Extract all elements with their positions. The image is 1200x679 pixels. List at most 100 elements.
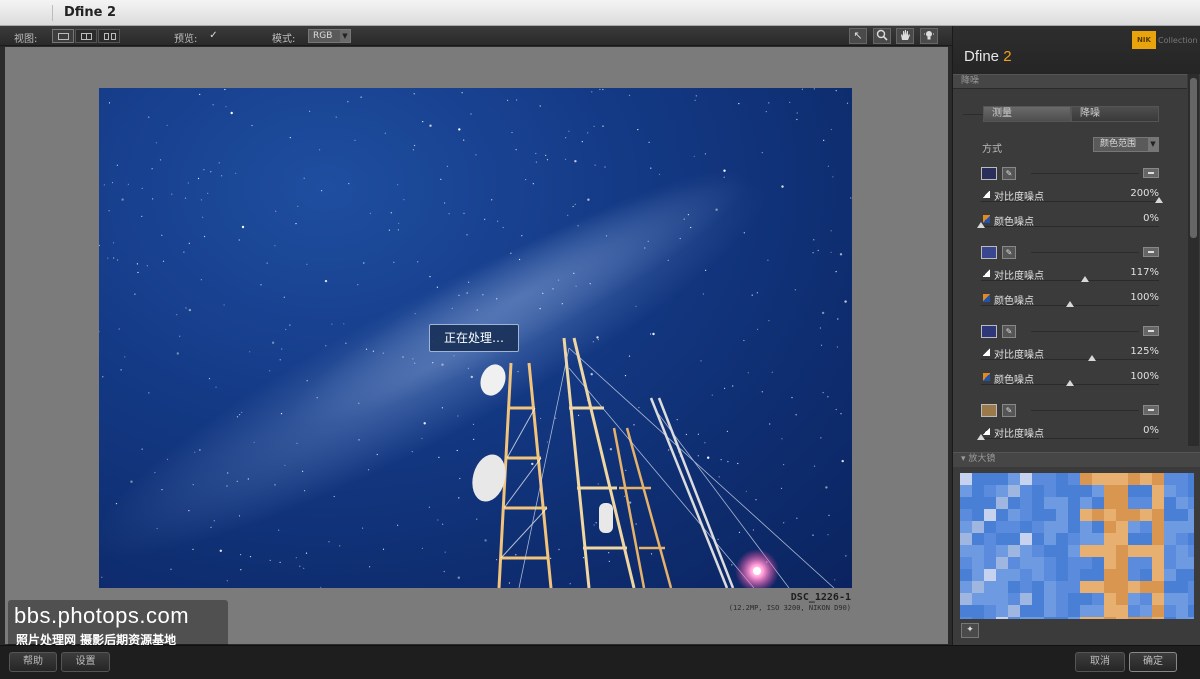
contrast-noise-icon — [983, 269, 990, 277]
eyedropper-icon[interactable]: ✎ — [1002, 404, 1016, 417]
view-single-button[interactable] — [52, 29, 74, 43]
titlebar-separator — [52, 5, 53, 21]
color-swatch[interactable] — [981, 325, 997, 338]
slider-value: 117% — [1130, 267, 1159, 278]
arrow-tool-button[interactable]: ↖ — [849, 28, 867, 44]
chevron-down-icon: ▼ — [1148, 138, 1158, 151]
eyedropper-icon[interactable]: ✎ — [1002, 167, 1016, 180]
color-swatch[interactable] — [981, 246, 997, 259]
panel-scrollbar[interactable] — [1188, 74, 1199, 446]
color-point-row: ✎ — [981, 166, 1159, 182]
remove-color-point-button[interactable] — [1143, 326, 1159, 336]
single-view-icon — [58, 33, 69, 40]
slider-value: 0% — [1143, 213, 1159, 224]
image-metadata: (12.2MP, ISO 3200, NIKON D90) — [728, 604, 851, 612]
slider-thumb[interactable] — [977, 222, 985, 228]
preview-checkbox[interactable]: ✓ — [208, 30, 219, 41]
hand-tool-button[interactable] — [896, 28, 914, 44]
preview-canvas[interactable]: 正在处理… DSC_1226-1 (12.2MP, ISO 3200, NIKO… — [5, 47, 948, 644]
slider-thumb[interactable] — [1066, 380, 1074, 386]
nik-logo: NIK — [1132, 31, 1156, 49]
brand-name: Dfine — [964, 48, 1000, 65]
hand-icon — [901, 30, 910, 40]
slider-thumb[interactable] — [1155, 197, 1163, 203]
loupe-pin-button[interactable]: ✦ — [961, 623, 979, 638]
slider-row: 颜色噪点 100% — [981, 371, 1159, 393]
view-side-by-side-button[interactable] — [98, 29, 120, 43]
loupe-zoomed-image — [960, 473, 1194, 619]
remove-color-point-button[interactable] — [1143, 168, 1159, 178]
slider-row: 颜色噪点 100% — [981, 292, 1159, 314]
color-swatch[interactable] — [981, 167, 997, 180]
view-label: 视图: — [14, 34, 38, 45]
view-split-button[interactable] — [75, 29, 97, 43]
slider-row: 颜色噪点 0% — [977, 213, 1159, 235]
color-swatch[interactable] — [981, 404, 997, 417]
chevron-down-icon: ▼ — [340, 30, 350, 42]
zoom-tool-button[interactable] — [873, 28, 891, 44]
right-panel: Dfine 2 NIK Collection 降噪 测量 降噪 方式 颜色范围 … — [952, 26, 1200, 645]
preview-label: 预览: — [174, 34, 198, 45]
remove-color-point-button[interactable] — [1143, 405, 1159, 415]
bulb-tool-button[interactable] — [920, 28, 938, 44]
eyedropper-icon[interactable]: ✎ — [1002, 325, 1016, 338]
slider-value: 100% — [1130, 371, 1159, 382]
brand-version: 2 — [1003, 48, 1012, 65]
remove-color-point-button[interactable] — [1143, 247, 1159, 257]
mode-select[interactable]: RGB ▼ — [308, 29, 351, 43]
slider-value: 100% — [1130, 292, 1159, 303]
section-noise-reduction-header[interactable]: 降噪 — [953, 74, 1187, 89]
slider-track[interactable] — [981, 201, 1159, 202]
scrollbar-thumb[interactable] — [1190, 78, 1197, 238]
color-noise-icon — [983, 373, 990, 381]
preview-image[interactable]: 正在处理… — [99, 88, 852, 588]
window-titlebar: Dfine 2 — [0, 0, 1200, 26]
watermark-url: bbs.photops.com — [14, 603, 190, 628]
color-point-row: ✎ — [981, 324, 1159, 340]
method-select[interactable]: 颜色范围 ▼ — [1093, 137, 1159, 152]
slider-row: 对比度噪点 200% — [981, 188, 1163, 210]
side-by-side-icon — [104, 33, 109, 40]
window-title: Dfine 2 — [64, 5, 117, 20]
image-caption: DSC_1226-1 (12.2MP, ISO 3200, NIKON D90) — [729, 592, 851, 612]
slider-row: 对比度噪点 0% — [977, 425, 1159, 447]
help-button[interactable]: 帮助 — [9, 652, 57, 672]
color-point-row: ✎ — [981, 245, 1159, 261]
slider-thumb[interactable] — [1081, 276, 1090, 282]
eyedropper-icon[interactable]: ✎ — [1002, 246, 1016, 259]
settings-button[interactable]: 设置 — [61, 652, 110, 672]
slider-row: 对比度噪点 117% — [981, 267, 1159, 289]
slider-value: 0% — [1143, 425, 1159, 436]
slider-track[interactable] — [981, 359, 1159, 360]
mode-select-value: RGB — [313, 31, 333, 41]
slider-track[interactable] — [981, 280, 1159, 281]
lightbulb-icon — [924, 31, 934, 40]
slider-thumb[interactable] — [1066, 301, 1074, 307]
tab-reduce[interactable]: 降噪 — [1071, 106, 1159, 122]
slider-thumb[interactable] — [977, 434, 985, 440]
color-point-row: ✎ — [981, 403, 1159, 419]
mode-label: 模式: — [272, 34, 296, 45]
slider-thumb[interactable] — [1088, 355, 1097, 361]
color-noise-icon — [983, 294, 990, 302]
tab-measure[interactable]: 测量 — [983, 106, 1071, 122]
magnifier-icon — [876, 29, 888, 41]
contrast-noise-icon — [983, 190, 990, 198]
slider-value: 125% — [1130, 346, 1159, 357]
watermark: bbs.photops.com 照片处理网 摄影后期资源基地 — [8, 600, 228, 650]
method-label: 方式 — [982, 144, 1002, 155]
slider-track[interactable] — [981, 438, 1159, 439]
brand-title: Dfine 2 — [964, 48, 1012, 65]
slider-track[interactable] — [981, 226, 1159, 227]
ok-button[interactable]: 确定 — [1129, 652, 1177, 672]
nik-collection-label: Collection — [1158, 36, 1198, 45]
slider-row: 对比度噪点 125% — [981, 346, 1159, 368]
cancel-button[interactable]: 取消 — [1075, 652, 1125, 672]
top-toolbar: 视图: 预览: ✓ 模式: RGB ▼ ↖ — [0, 26, 952, 46]
method-select-value: 颜色范围 — [1100, 139, 1137, 149]
bottom-bar: 帮助 设置 取消 确定 — [0, 645, 1200, 679]
panel-header: Dfine 2 NIK Collection — [953, 26, 1200, 74]
contrast-noise-icon — [983, 348, 990, 356]
loupe-section-header[interactable]: ▾ 放大镜 — [953, 452, 1200, 467]
image-filename: DSC_1226-1 — [790, 592, 851, 603]
